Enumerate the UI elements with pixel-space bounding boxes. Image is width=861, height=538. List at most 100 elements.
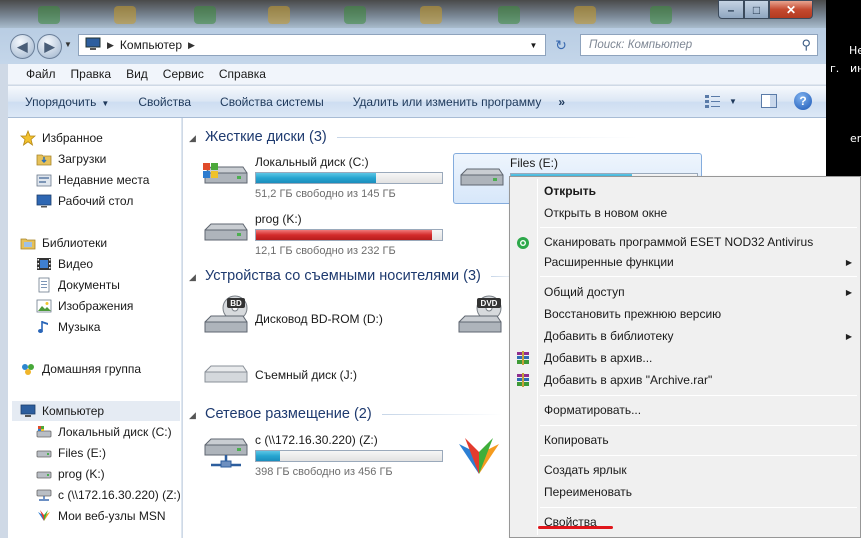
address-bar[interactable]: ▶ Компьютер ▶: [78, 34, 546, 56]
menu-advanced[interactable]: Расширенные функции: [544, 252, 854, 272]
nav-recent[interactable]: Недавние места: [36, 170, 149, 190]
nav-downloads[interactable]: Загрузки: [36, 149, 106, 169]
desktop-text: г.: [830, 62, 840, 75]
view-dropdown-icon[interactable]: ▼: [724, 92, 742, 110]
menu-format[interactable]: Форматировать...: [544, 400, 641, 420]
documents-icon: [36, 277, 52, 293]
taskbar-ghost-icon: [650, 6, 672, 24]
change-view-icon[interactable]: [704, 92, 722, 110]
breadcrumb-arrow-icon[interactable]: ▶: [188, 40, 195, 51]
system-properties-button[interactable]: Свойства системы: [220, 95, 324, 109]
drive-dvd[interactable]: DVD: [455, 294, 507, 344]
menu-edit[interactable]: Правка: [71, 67, 112, 81]
group-removable[interactable]: ◢ Устройства со съемными носителями (3): [189, 268, 521, 284]
nav-label: Домашняя группа: [42, 362, 142, 376]
breadcrumb-arrow-icon[interactable]: ▶: [107, 40, 114, 51]
properties-button[interactable]: Свойства: [138, 95, 191, 109]
menu-open[interactable]: Открыть: [544, 181, 596, 201]
group-divider: [336, 136, 637, 138]
group-divider: [381, 413, 502, 415]
menu-properties[interactable]: Свойства: [544, 512, 597, 532]
collapse-icon[interactable]: ◢: [189, 410, 196, 421]
menu-view[interactable]: Вид: [126, 67, 148, 81]
menu-help[interactable]: Справка: [219, 67, 266, 81]
collapse-icon[interactable]: ◢: [189, 272, 196, 283]
group-network[interactable]: ◢ Сетевое размещение (2): [189, 406, 502, 422]
nav-label: prog (K:): [58, 467, 105, 481]
organize-button[interactable]: Упорядочить ▼: [25, 95, 109, 109]
search-icon[interactable]: ⚲: [801, 37, 811, 53]
more-commands-button[interactable]: »: [558, 95, 565, 109]
group-hard-disks[interactable]: ◢ Жесткие диски (3): [189, 129, 637, 145]
minimize-button[interactable]: –: [718, 0, 744, 19]
nav-homegroup[interactable]: Домашняя группа: [20, 359, 141, 379]
context-menu: Открыть Открыть в новом окне Сканировать…: [509, 176, 861, 538]
nav-pictures[interactable]: Изображения: [36, 296, 133, 316]
msn-butterfly-icon: [36, 508, 52, 524]
menu-scan-eset[interactable]: Сканировать программой ESET NOD32 Antivi…: [544, 232, 813, 252]
drive-z[interactable]: c (\\172.16.30.220) (Z:) 398 ГБ свободно…: [201, 433, 451, 483]
drive-free-space: 51,2 ГБ свободно из 145 ГБ: [255, 188, 396, 200]
nav-desktop[interactable]: Рабочий стол: [36, 191, 133, 211]
drive-c[interactable]: Локальный диск (C:) 51,2 ГБ свободно из …: [201, 155, 451, 205]
nav-drive-e[interactable]: Files (E:): [36, 443, 106, 463]
nav-drive-z[interactable]: c (\\172.16.30.220) (Z:): [36, 485, 181, 505]
drive-j[interactable]: Съемный диск (J:): [201, 356, 451, 392]
pictures-icon: [36, 298, 52, 314]
nav-computer[interactable]: Компьютер: [12, 401, 180, 421]
menu-separator: [540, 227, 857, 228]
collapse-icon[interactable]: ◢: [189, 133, 196, 144]
breadcrumb-computer[interactable]: Компьютер: [120, 38, 182, 52]
menu-file[interactable]: Файл: [26, 67, 56, 81]
menu-rename[interactable]: Переименовать: [544, 482, 632, 502]
nav-drive-c[interactable]: Локальный диск (C:): [36, 422, 172, 442]
system-drive-icon: [36, 424, 52, 440]
menu-separator: [540, 455, 857, 456]
search-input[interactable]: Поиск: Компьютер ⚲: [580, 34, 818, 56]
submenu-arrow-icon: ▶: [845, 258, 852, 267]
menu-add-archive[interactable]: Добавить в архив...: [544, 348, 652, 368]
nav-libraries[interactable]: Библиотеки: [20, 233, 107, 253]
address-dropdown-icon[interactable]: ▼: [522, 34, 546, 56]
msn-web-sites-item[interactable]: [455, 434, 507, 482]
drive-bd[interactable]: BD Дисковод BD-ROM (D:): [201, 294, 451, 344]
menu-tools[interactable]: Сервис: [163, 67, 204, 81]
uninstall-button[interactable]: Удалить или изменить программу: [353, 95, 542, 109]
menu-separator: [540, 276, 857, 277]
menu-share[interactable]: Общий доступ: [544, 282, 625, 302]
menu-separator: [540, 507, 857, 508]
drive-k[interactable]: prog (K:) 12,1 ГБ свободно из 232 ГБ: [201, 212, 451, 262]
window-titlebar[interactable]: [0, 0, 826, 28]
menu-restore[interactable]: Восстановить прежнюю версию: [544, 304, 721, 324]
refresh-icon[interactable]: ↻: [549, 34, 573, 56]
close-button[interactable]: ✕: [769, 0, 813, 19]
preview-pane-icon[interactable]: [760, 92, 778, 110]
menu-bar: Файл Правка Вид Сервис Справка: [8, 64, 826, 85]
nav-msn[interactable]: Мои веб-узлы MSN: [36, 506, 165, 526]
maximize-button[interactable]: □: [744, 0, 769, 19]
nav-music[interactable]: Музыка: [36, 317, 100, 337]
nav-label: Музыка: [58, 320, 101, 334]
hard-drive-icon: [457, 157, 505, 193]
nav-drive-k[interactable]: prog (K:): [36, 464, 105, 484]
menu-add-library[interactable]: Добавить в библиотеку: [544, 326, 674, 346]
menu-separator: [540, 425, 857, 426]
dvd-drive-icon: DVD: [455, 294, 503, 333]
nav-video[interactable]: Видео: [36, 254, 93, 274]
menu-add-archive-rar[interactable]: Добавить в архив "Archive.rar": [544, 370, 712, 390]
menu-copy[interactable]: Копировать: [544, 430, 609, 450]
nav-documents[interactable]: Документы: [36, 275, 120, 295]
view-controls: ▼ ?: [696, 92, 812, 110]
winrar-icon: [515, 350, 531, 366]
back-button[interactable]: ◀: [10, 34, 35, 59]
help-icon[interactable]: ?: [794, 92, 812, 110]
group-title: Жесткие диски (3): [205, 129, 327, 145]
forward-button[interactable]: ▶: [37, 34, 62, 59]
menu-create-shortcut[interactable]: Создать ярлык: [544, 460, 627, 480]
nav-favorites[interactable]: Избранное: [20, 128, 103, 148]
nav-label: Библиотеки: [42, 236, 108, 250]
menu-open-new-window[interactable]: Открыть в новом окне: [544, 203, 667, 223]
nav-label: Документы: [58, 278, 120, 292]
recent-pages-dropdown[interactable]: ▼: [64, 40, 72, 49]
msn-butterfly-icon: [455, 434, 503, 474]
